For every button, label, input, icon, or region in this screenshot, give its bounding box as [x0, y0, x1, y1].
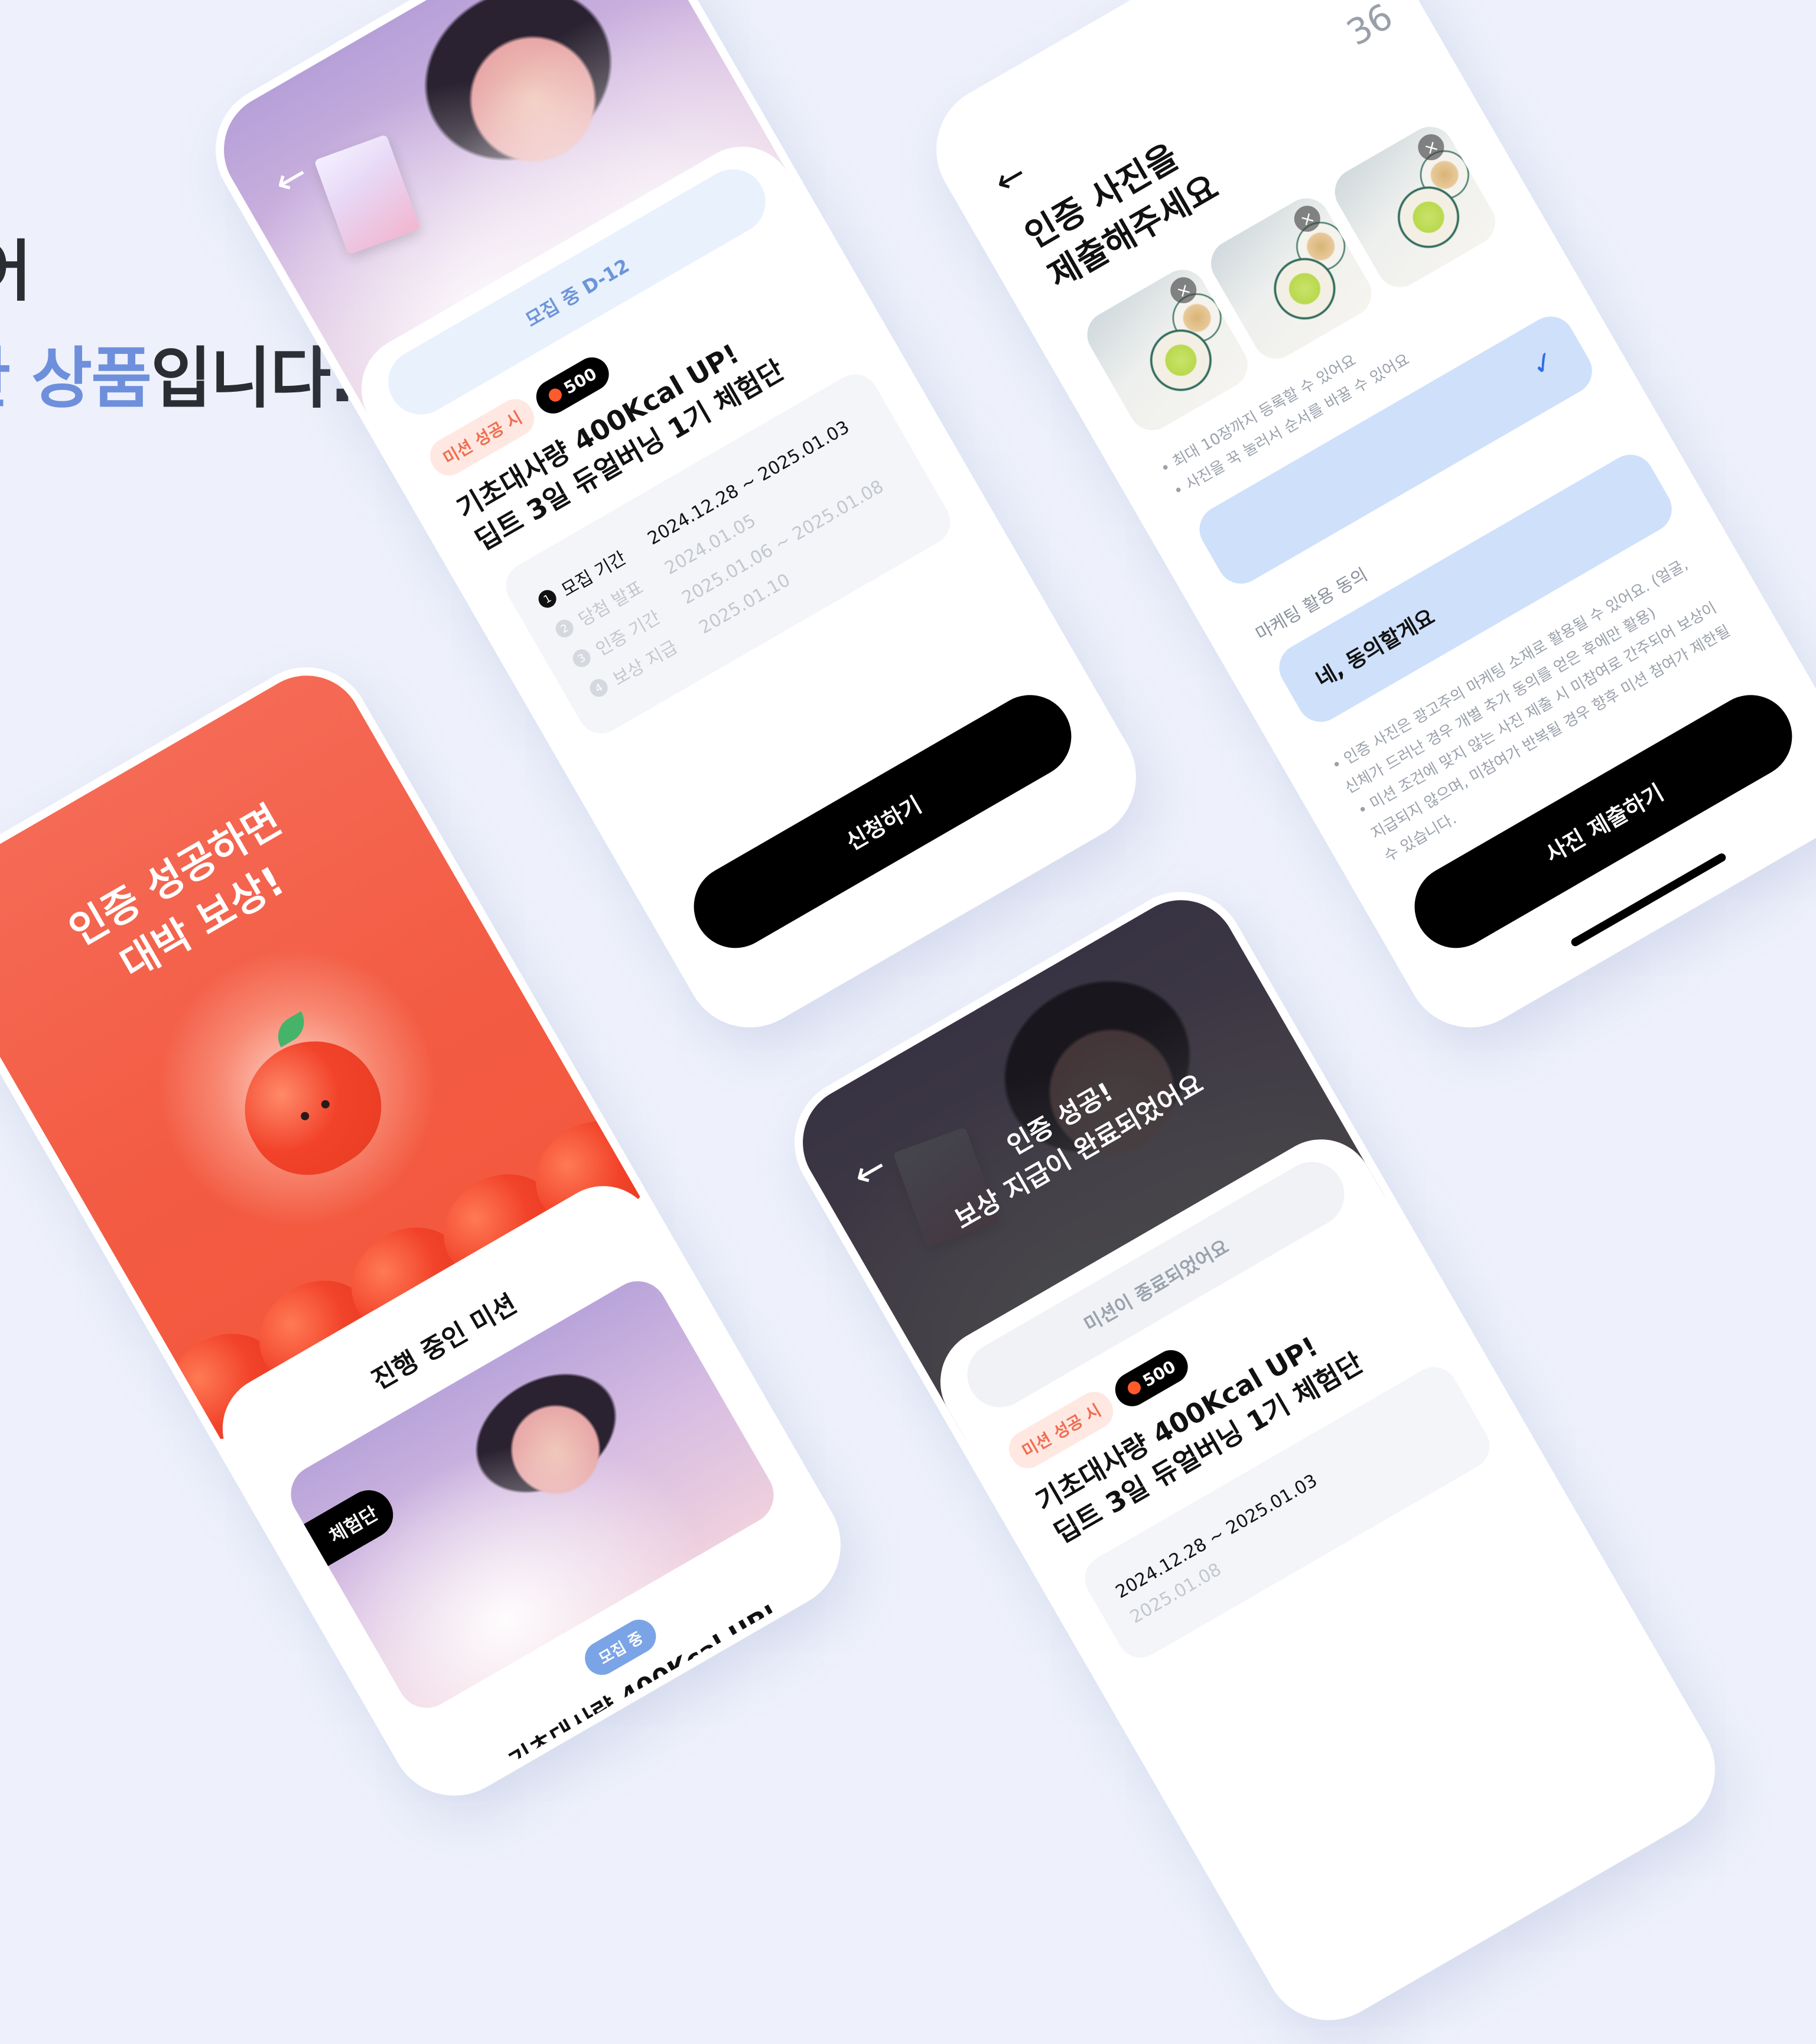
phone-mission-done: ← 인증 성공! 보상 지급이 완료되었어요 미션이 종료되었어요 미션 성공 … [770, 868, 1739, 2044]
step-number: 4 [587, 675, 611, 700]
step-number: 1 [535, 587, 560, 612]
arrow-left-icon[interactable]: ← [987, 152, 1034, 203]
eye-icon [299, 1110, 311, 1122]
points-value: 500 [560, 363, 600, 398]
step-number: 3 [569, 646, 594, 671]
schedule-card: 1 모집 기간 2024.12.28 ~ 2025.01.03 2 당첨 발표 … [497, 366, 959, 742]
headline-highlight: 한 상품 [0, 340, 152, 418]
close-icon[interactable]: × [1166, 272, 1202, 308]
banner-headline: 인증 성공하면 대박 보상! [0, 732, 426, 1068]
headline-line2: 한 상품입니다. [0, 326, 355, 433]
close-icon[interactable]: × [1413, 129, 1449, 165]
experience-badge: 체험단 [304, 1481, 402, 1567]
photo-count: 36 [1340, 0, 1400, 54]
mission-card-image[interactable]: 체험단 [280, 1270, 785, 1719]
apple-icon [1125, 1379, 1144, 1397]
apple-icon [546, 386, 565, 404]
leaf-icon [270, 1011, 312, 1048]
phone-photo-submit: ← 인증 사진을 제출해주세요 × × × 36 • 최대 10장까지 등록할 … [912, 0, 1816, 1051]
product-box-image [314, 134, 421, 255]
step-number: 2 [552, 616, 577, 641]
close-icon[interactable]: × [1289, 201, 1325, 237]
apple-character-icon [220, 1011, 403, 1198]
eye-icon [320, 1099, 331, 1110]
points-value: 500 [1139, 1356, 1179, 1391]
check-icon: ✓ [1525, 343, 1563, 384]
